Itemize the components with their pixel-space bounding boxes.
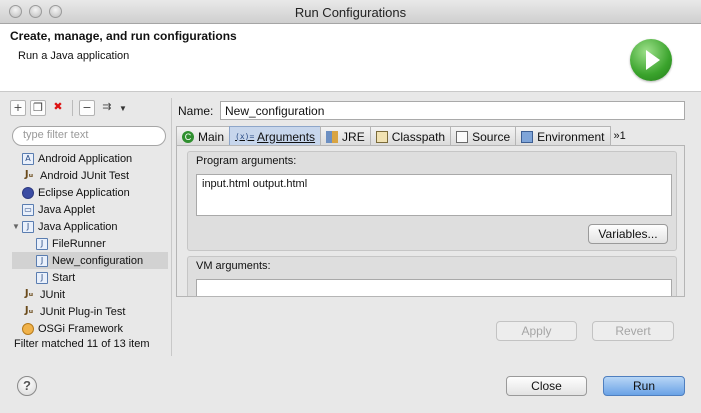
new-launch-configuration-icon[interactable]: + <box>10 100 26 116</box>
collapse-all-icon[interactable]: − <box>79 100 95 116</box>
delete-icon[interactable]: ✖ <box>50 100 66 116</box>
jre-icon <box>326 130 339 143</box>
tab-label: Classpath <box>391 129 446 144</box>
tab-main[interactable]: C Main <box>176 126 231 146</box>
java-applet-icon: ▭ <box>22 203 34 216</box>
tree-item-label: Android JUnit Test <box>40 169 130 182</box>
filter-status: Filter matched 11 of 13 item <box>14 338 150 350</box>
tab-environment[interactable]: Environment <box>515 126 611 146</box>
tree-item-eclipse-application[interactable]: Eclipse Application <box>12 184 168 201</box>
tree-item-osgi-framework[interactable]: OSGi Framework <box>12 320 168 337</box>
osgi-icon <box>22 322 34 335</box>
tree-item-label: Java Applet <box>38 203 95 216</box>
vm-arguments-textarea[interactable] <box>196 279 672 296</box>
help-icon[interactable]: ? <box>17 376 37 396</box>
tree-item-label: New_configuration <box>52 254 144 267</box>
tree-item-android-application[interactable]: A Android Application <box>12 150 168 167</box>
main-icon: C <box>182 130 194 143</box>
tree-item-label: JUnit <box>40 288 66 301</box>
vm-arguments-label: VM arguments: <box>196 260 271 272</box>
tree-item-java-application[interactable]: ▼ J Java Application <box>12 218 168 235</box>
name-input[interactable]: New_configuration <box>220 101 685 120</box>
tree-item-android-junit-test[interactable]: Jᵤ Android JUnit Test <box>12 167 168 184</box>
filter-input[interactable]: type filter text <box>12 126 166 146</box>
tab-classpath[interactable]: Classpath <box>369 126 452 146</box>
tab-source[interactable]: Source <box>450 126 517 146</box>
configuration-tabs: C Main (x)= Arguments JRE Classpath Sour… <box>176 126 685 146</box>
junit-icon: Jᵤ <box>24 287 34 299</box>
pane-divider[interactable] <box>171 98 172 356</box>
tab-label: Main <box>198 129 225 144</box>
environment-icon <box>521 130 534 143</box>
tab-label: JRE <box>342 129 365 144</box>
tree-item-new-configuration[interactable]: J New_configuration <box>12 252 168 269</box>
java-application-icon: J <box>36 254 48 267</box>
tree-item-filerunner[interactable]: J FileRunner <box>12 235 168 252</box>
tree-item-start[interactable]: J Start <box>12 269 168 286</box>
tree-item-label: FileRunner <box>52 237 106 250</box>
tree-item-label: Java Application <box>38 220 118 233</box>
program-arguments-label: Program arguments: <box>196 155 297 167</box>
close-button[interactable]: Close <box>506 376 587 396</box>
toolbar-separator <box>72 100 73 116</box>
filter-icon[interactable]: ⇉ <box>99 100 115 116</box>
expanded-triangle-icon[interactable]: ▼ <box>12 222 22 231</box>
program-arguments-group: Program arguments: input.html output.htm… <box>187 151 677 251</box>
classpath-icon <box>375 130 388 143</box>
tab-label: Arguments <box>257 129 316 144</box>
run-button[interactable]: Run <box>603 376 685 396</box>
java-application-icon: J <box>36 237 48 250</box>
vm-arguments-group: VM arguments: <box>187 256 677 296</box>
configuration-tree: A Android Application Jᵤ Android JUnit T… <box>12 150 168 337</box>
revert-button[interactable]: Revert <box>592 321 674 341</box>
tab-label: Source <box>472 129 511 144</box>
tab-label: Environment <box>537 129 605 144</box>
tree-item-label: Eclipse Application <box>38 186 130 199</box>
tree-item-label: OSGi Framework <box>38 322 123 335</box>
eclipse-icon <box>22 186 34 199</box>
variables-button[interactable]: Variables... <box>588 224 668 244</box>
arguments-panel: Program arguments: input.html output.htm… <box>176 145 685 297</box>
run-icon <box>630 39 672 81</box>
configurations-toolbar: + ❐ ✖ − ⇉ ▼ <box>10 98 127 118</box>
tree-item-label: Start <box>52 271 76 284</box>
dropdown-arrow-icon[interactable]: ▼ <box>119 104 127 113</box>
apply-button[interactable]: Apply <box>496 321 577 341</box>
header-subtitle: Run a Java application <box>18 50 130 62</box>
name-label: Name: <box>178 104 214 118</box>
title-bar: Run Configurations <box>0 0 701 24</box>
tree-item-java-applet[interactable]: ▭ Java Applet <box>12 201 168 218</box>
junit-icon: Jᵤ <box>24 304 34 316</box>
program-arguments-textarea[interactable]: input.html output.html <box>196 174 672 216</box>
junit-icon: Jᵤ <box>24 168 34 180</box>
tree-item-junit-plug-in-test[interactable]: Jᵤ JUnit Plug-in Test <box>12 303 168 320</box>
more-tabs-button[interactable]: »1 <box>610 126 630 146</box>
duplicate-icon[interactable]: ❐ <box>30 100 46 116</box>
tree-item-label: JUnit Plug-in Test <box>40 305 126 318</box>
java-application-icon: J <box>22 220 34 233</box>
dialog-header: Create, manage, and run configurations R… <box>0 24 701 92</box>
header-title: Create, manage, and run configurations <box>10 29 237 43</box>
java-application-icon: J <box>36 271 48 284</box>
android-application-icon: A <box>22 152 34 165</box>
arguments-icon: (x)= <box>235 131 255 141</box>
tree-item-junit[interactable]: Jᵤ JUnit <box>12 286 168 303</box>
tab-arguments[interactable]: (x)= Arguments <box>229 126 322 146</box>
source-icon <box>456 130 469 143</box>
window-title: Run Configurations <box>294 5 407 20</box>
tab-jre[interactable]: JRE <box>320 126 371 146</box>
tree-item-label: Android Application <box>38 152 133 165</box>
